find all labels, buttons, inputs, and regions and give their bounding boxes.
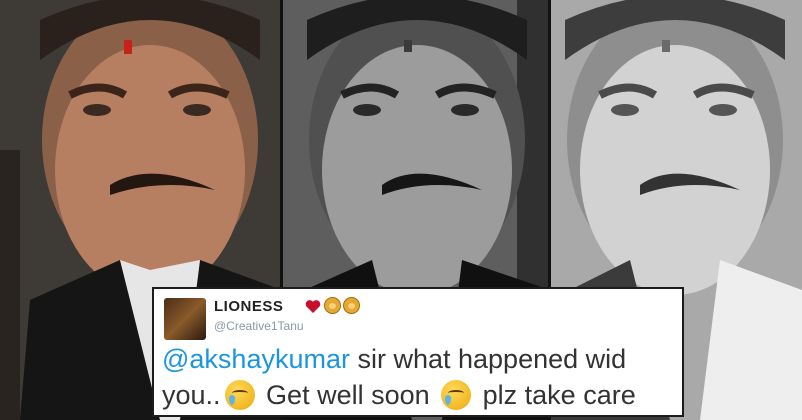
lion-icon [324,297,341,314]
user-handle[interactable]: @Creative1Tanu [214,319,304,333]
crying-face-icon [224,380,255,410]
tweet-text-segment: you.. [162,380,221,410]
display-name[interactable]: LIONESS [214,298,283,315]
tweet-text: @akshaykumar sir what happened wid you..… [162,341,682,413]
heart-icon [305,300,321,313]
lion-icon [343,297,360,314]
tweet-text-segment: sir what happened wid [349,344,627,374]
tweet-text-segment: plz take care [475,380,636,410]
mention-link[interactable]: @akshaykumar [162,344,350,374]
crying-face-icon [441,380,472,410]
avatar[interactable] [164,298,206,340]
tweet-text-segment: Get well soon [258,380,438,410]
tweet-card: LIONESS @Creative1Tanu @akshaykumar sir … [152,287,684,417]
